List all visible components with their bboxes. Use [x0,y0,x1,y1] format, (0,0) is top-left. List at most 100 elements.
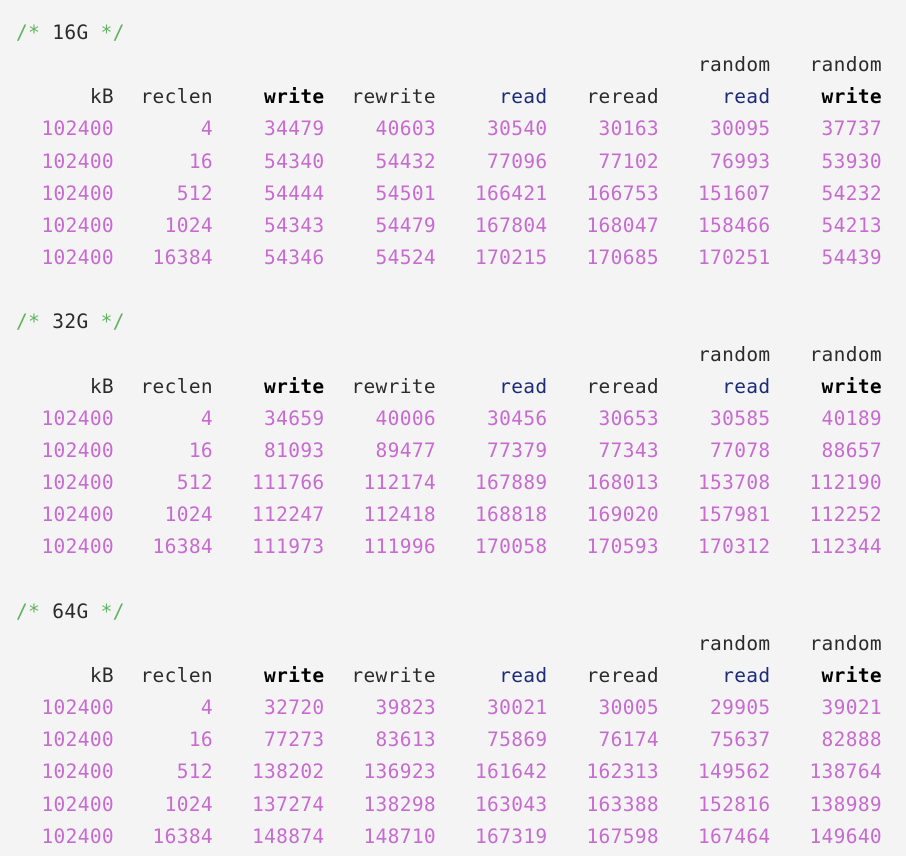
cell-random-read: 77078 [710,438,771,462]
header-kb: kB [89,374,114,398]
cell-random-write: 54213 [821,213,882,237]
cell-write: 54444 [264,181,325,205]
cell-random-read: 30095 [710,117,771,141]
cell-random-read: 167464 [697,824,771,848]
cell-write: 32720 [264,696,325,720]
cell-random-write: 54439 [821,245,882,269]
cell-read: 77096 [487,149,548,173]
cell-reclen: 4 [200,696,213,720]
cell-write: 112247 [251,503,325,527]
cell-rewrite: 54479 [375,213,436,237]
cell-read: 77379 [487,438,548,462]
cell-rewrite: 136923 [363,760,436,784]
header-read: read [499,374,548,398]
cell-read: 167889 [474,471,548,495]
cell-reread: 169020 [586,503,659,527]
cell-random-write: 138989 [809,792,882,816]
cell-rewrite: 148710 [363,824,436,848]
comment-open: /* [16,599,41,623]
header-kb: kB [89,85,114,109]
cell-reclen: 16384 [152,535,213,559]
cell-reread: 77102 [598,149,659,173]
table-row: 102400 16 54340 54432 77096 77102 76993 53930 [16,146,906,178]
section-comment: /* 16G */ [16,17,906,49]
cell-random-write: 88657 [821,438,882,462]
table-row: 102400 4 32720 39823 30021 30005 29905 39021 [16,692,906,724]
cell-reclen: 4 [200,117,213,141]
table-header: kB reclen write rewrite read reread read write [16,81,906,113]
cell-write: 111973 [251,535,325,559]
cell-random-write: 149640 [809,824,882,848]
header-random-read: read [722,664,771,688]
cell-kb: 102400 [41,503,114,527]
cell-kb: 102400 [41,149,114,173]
cell-reread: 30005 [598,696,659,720]
cell-reclen: 16 [188,438,213,462]
header-top-random-read: random [697,631,771,655]
header-reread: reread [586,664,659,688]
table-row: 102400 1024 54343 54479 167804 168047 158466 54… [16,210,906,242]
cell-reread: 166753 [586,181,659,205]
header-read: read [499,664,548,688]
table-header: kB reclen write rewrite read reread read write [16,660,906,692]
cell-rewrite: 112418 [363,503,436,527]
cell-kb: 102400 [41,213,114,237]
cell-read: 30456 [487,406,548,430]
cell-kb: 102400 [41,245,114,269]
cell-random-write: 112190 [809,471,882,495]
cell-reclen: 512 [176,760,213,784]
code-block: /* 16G */ random random kB reclen write rewrit… [0,0,906,853]
cell-random-read: 75637 [710,728,771,752]
table-row: 102400 1024 112247 112418 168818 169020 157981… [16,499,906,531]
header-random-write: write [821,664,882,688]
cell-rewrite: 111996 [363,535,436,559]
table-row: 102400 16384 111973 111996 170058 170593 17031… [16,531,906,563]
cell-reclen: 512 [176,471,213,495]
cell-write: 54343 [264,213,325,237]
table-row: 102400 1024 137274 138298 163043 163388 152816… [16,789,906,821]
cell-kb: 102400 [41,760,114,784]
table-header: kB reclen write rewrite read reread read write [16,371,906,403]
cell-rewrite: 83613 [375,728,436,752]
cell-rewrite: 112174 [363,471,436,495]
cell-rewrite: 138298 [363,792,436,816]
cell-reread: 30653 [598,406,659,430]
header-reclen: reclen [140,374,213,398]
comment-open: /* [16,21,41,44]
cell-kb: 102400 [41,471,114,495]
cell-write: 34479 [264,117,325,141]
header-random-read: read [722,374,771,398]
table-row: 102400 4 34659 40006 30456 30653 30585 40189 [16,403,906,435]
cell-random-read: 149562 [697,760,771,784]
cell-random-read: 76993 [710,149,771,173]
cell-kb: 102400 [41,438,114,462]
table-row: 102400 4 34479 40603 30540 30163 30095 37737 [16,113,906,145]
header-read: read [499,85,548,109]
cell-random-write: 53930 [821,149,882,173]
cell-read: 161642 [474,760,548,784]
cell-rewrite: 54501 [375,181,436,205]
comment-open: /* [16,310,41,334]
header-random-write: write [821,85,882,109]
cell-reread: 170593 [586,535,659,559]
cell-reread: 167598 [586,824,659,848]
cell-reclen: 16 [188,149,213,173]
cell-read: 166421 [474,181,548,205]
cell-write: 54346 [264,245,325,269]
cell-reclen: 16384 [152,824,213,848]
comment-label: 16G [52,21,89,44]
header-top-random-write: random [809,53,882,77]
cell-write: 54340 [264,149,325,173]
cell-reclen: 1024 [164,503,213,527]
table-row: 102400 512 54444 54501 166421 166753 151607 542… [16,178,906,210]
header-reclen: reclen [140,664,213,688]
cell-reread: 77343 [598,438,659,462]
cell-random-read: 153708 [697,471,771,495]
cell-rewrite: 40006 [375,406,436,430]
cell-reclen: 512 [176,181,213,205]
cell-write: 34659 [264,406,325,430]
cell-read: 30021 [487,696,548,720]
cell-write: 81093 [264,438,325,462]
